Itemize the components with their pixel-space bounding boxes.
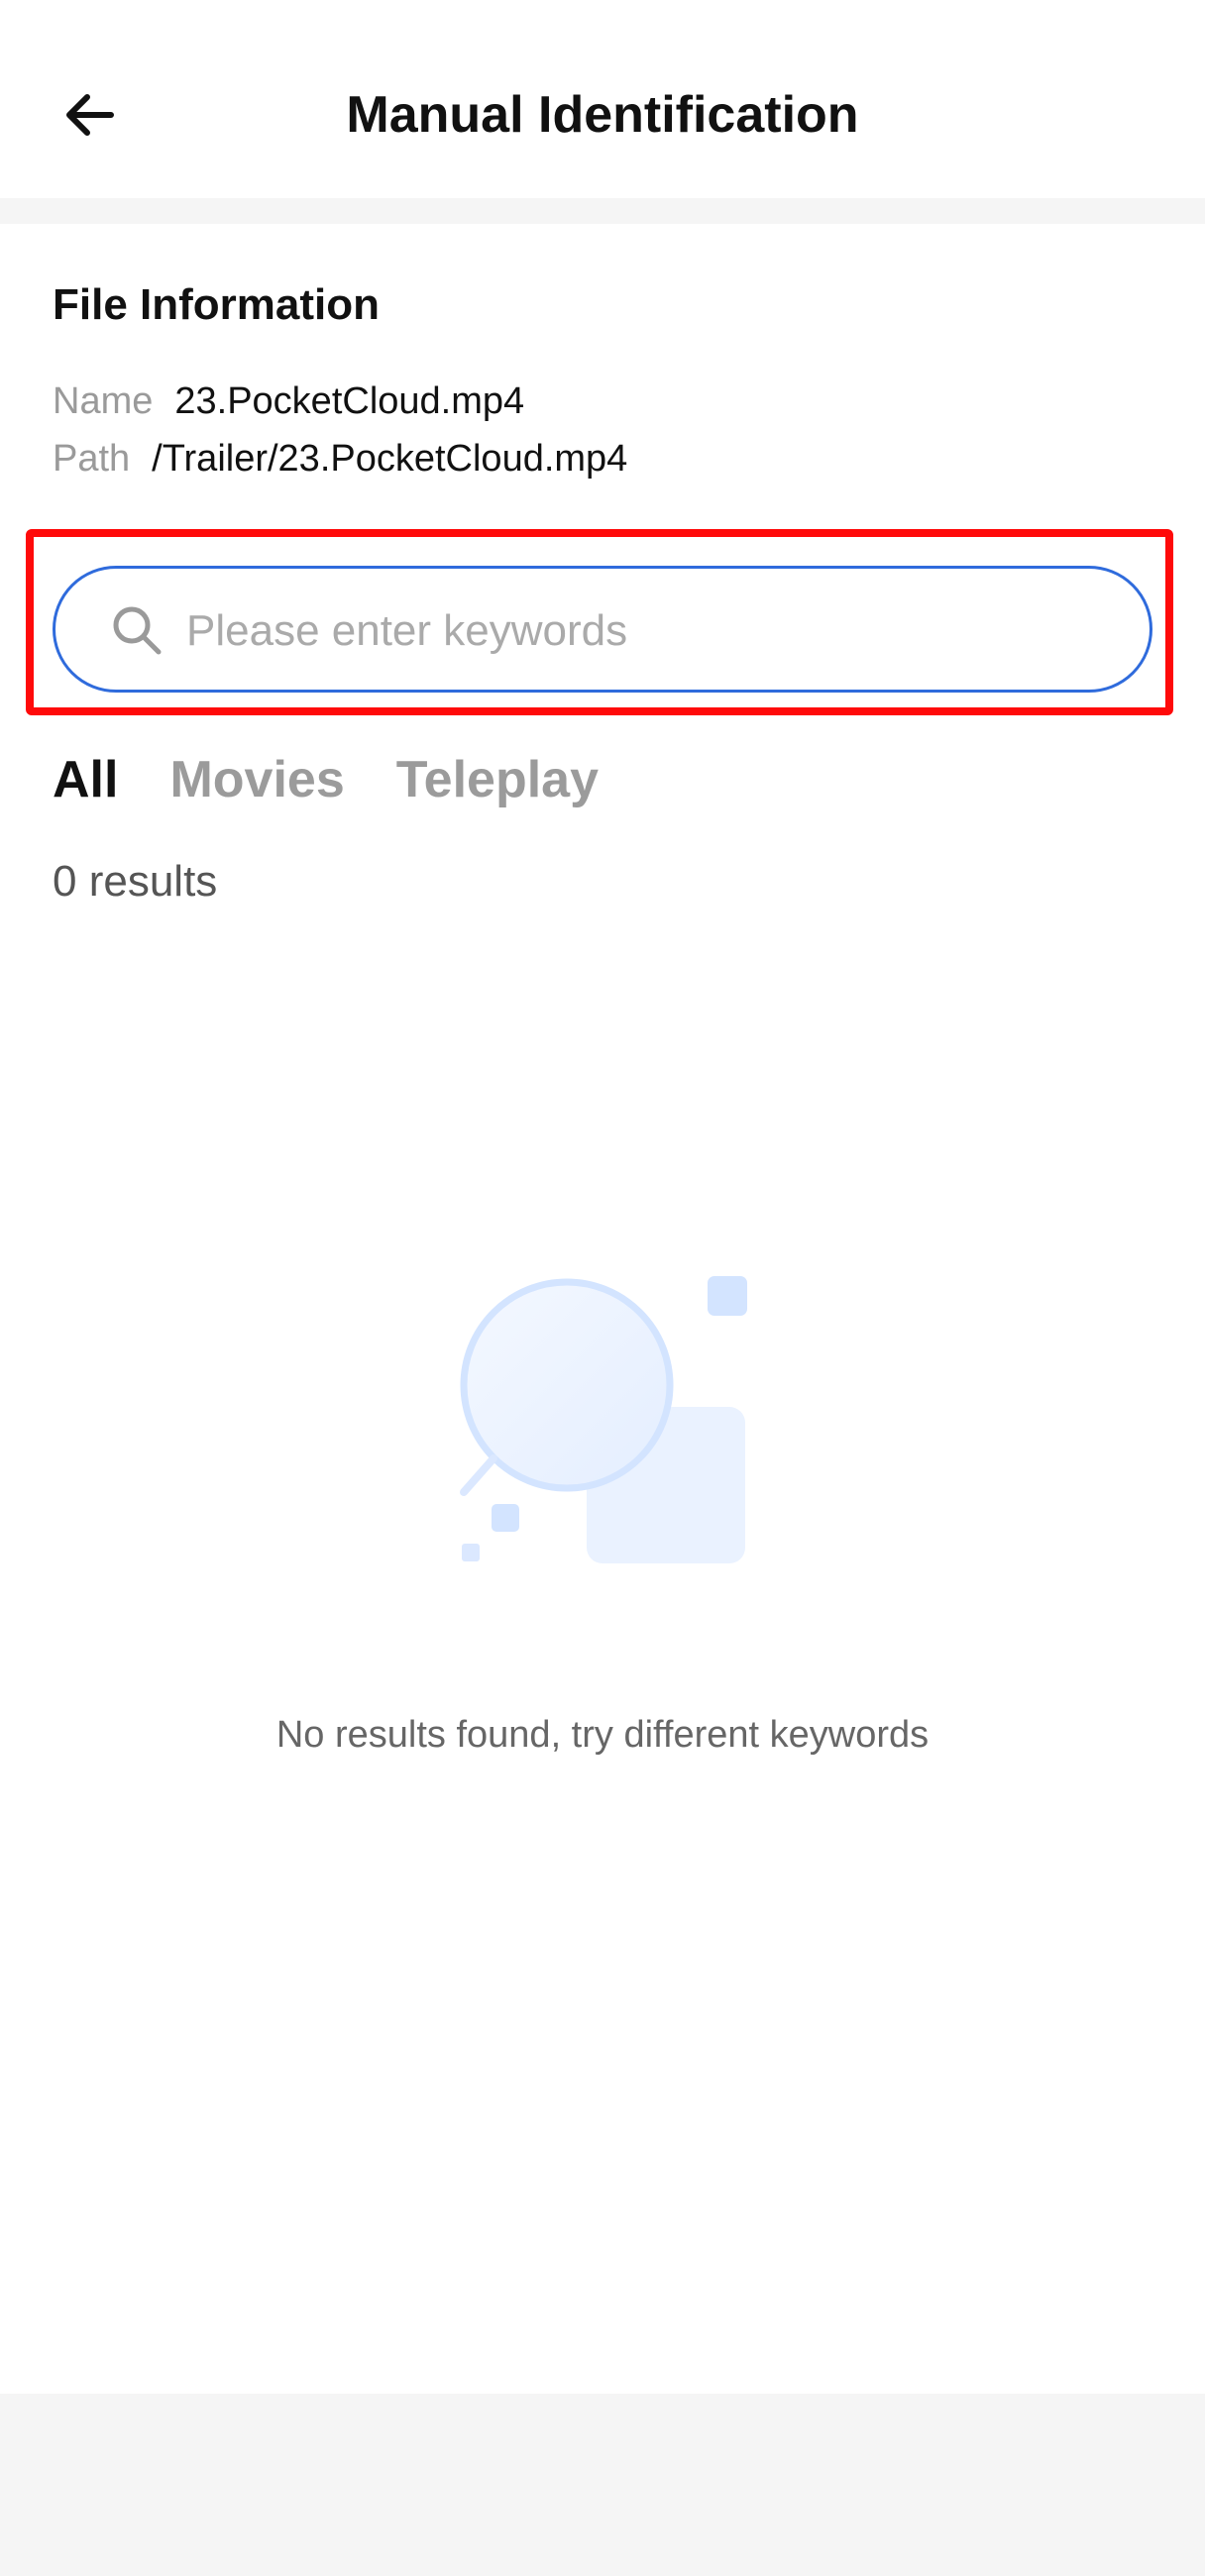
search-input[interactable]	[184, 589, 1100, 674]
file-path-value: /Trailer/23.PocketCloud.mp4	[152, 438, 628, 480]
manual-identification-screen: Manual Identification File Information N…	[0, 0, 1205, 2576]
tab-movies[interactable]: Movies	[169, 745, 344, 814]
search-field[interactable]	[53, 566, 1152, 693]
file-name-label: Name	[53, 380, 154, 422]
empty-state-message: No results found, try different keywords	[275, 1714, 930, 1756]
tab-all[interactable]: All	[53, 745, 118, 814]
page-title: Manual Identification	[346, 86, 859, 144]
file-name-row: Name 23.PocketCloud.mp4	[53, 376, 524, 426]
empty-search-illustration-icon	[460, 1276, 747, 1563]
tab-teleplay[interactable]: Teleplay	[396, 745, 599, 814]
bottom-area	[0, 2394, 1205, 2576]
file-name-value: 23.PocketCloud.mp4	[174, 380, 525, 422]
search-icon	[113, 606, 162, 655]
file-path-label: Path	[53, 438, 131, 480]
file-path-row: Path/Trailer/23.PocketCloud.mp4	[53, 434, 627, 483]
category-tabs: All Movies Teleplay	[53, 745, 599, 814]
file-information-heading: File Information	[53, 280, 380, 329]
results-count: 0 results	[53, 857, 218, 906]
top-bar: Manual Identification	[0, 0, 1205, 198]
section-divider	[0, 198, 1205, 224]
